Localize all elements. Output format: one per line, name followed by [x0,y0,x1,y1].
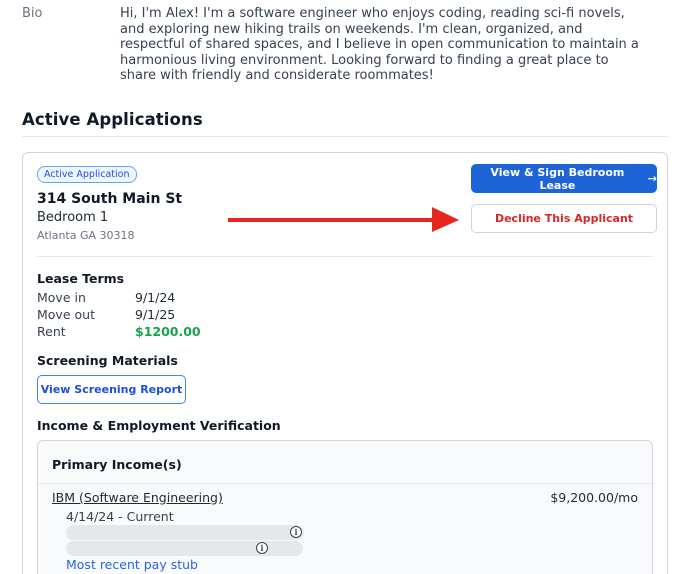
application-card: Active Application 314 South Main St Bed… [22,152,668,574]
primary-income-heading: Primary Income(s) [52,457,182,472]
arrow-head [432,207,459,232]
red-arrow-right-icon [228,207,459,232]
employer-link[interactable]: IBM (Software Engineering) [52,490,223,505]
income-amount: $9,200.00/mo [550,490,638,505]
lease-terms-heading: Lease Terms [37,271,125,286]
info-icon[interactable]: i [290,526,302,538]
info-icon[interactable]: i [256,542,268,554]
pay-stub-link[interactable]: Most recent pay stub [66,557,198,572]
decline-applicant-button[interactable]: Decline This Applicant [471,204,657,233]
property-address: 314 South Main St [37,191,183,207]
arrow-right-icon: → [647,172,657,185]
view-sign-lease-button[interactable]: View & Sign Bedroom Lease → [471,164,657,193]
bio-label: Bio [22,6,43,21]
screening-materials-heading: Screening Materials [37,353,178,368]
bedroom-name: Bedroom 1 [37,210,109,225]
status-badge: Active Application [37,166,137,183]
income-divider [38,483,652,484]
move-out-label: Move out [37,307,95,322]
move-in-value: 9/1/24 [135,290,176,305]
bio-text: Hi, I'm Alex! I'm a software engineer wh… [120,6,639,83]
rent-label: Rent [37,324,66,339]
rent-value: $1200.00 [135,324,201,339]
primary-income-panel: Primary Income(s) IBM (Software Engineer… [37,440,653,574]
card-divider [37,256,653,257]
redacted-field [66,525,304,540]
move-in-label: Move in [37,290,86,305]
property-city: Atlanta GA 30318 [37,229,135,242]
view-sign-lease-label: View & Sign Bedroom Lease [490,165,625,192]
move-out-value: 9/1/25 [135,307,176,322]
employment-dates: 4/14/24 - Current [66,509,174,524]
active-applications-heading: Active Applications [22,110,203,129]
view-screening-report-button[interactable]: View Screening Report [37,375,186,404]
income-verification-heading: Income & Employment Verification [37,418,281,433]
section-divider [22,136,668,137]
